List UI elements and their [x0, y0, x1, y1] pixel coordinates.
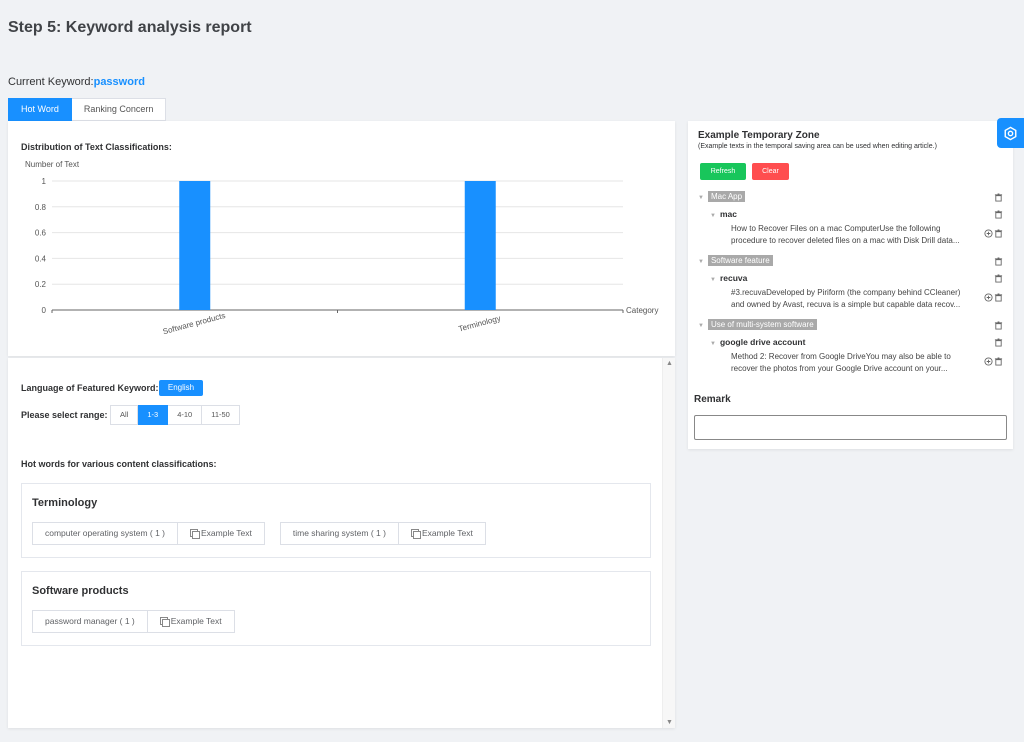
tree-category[interactable]: ▼ Software feature	[698, 255, 773, 266]
hotword-tag: password manager ( 1 ) Example Text	[32, 610, 235, 633]
bar	[179, 181, 211, 310]
trash-icon[interactable]	[994, 357, 1003, 366]
range-1-3[interactable]: 1-3	[138, 405, 169, 425]
example-text-button[interactable]: Example Text	[398, 522, 486, 545]
range-selector: All 1-3 4-10 11-50	[110, 405, 240, 425]
language-english-button[interactable]: English	[159, 380, 203, 396]
trash-icon[interactable]	[994, 229, 1003, 238]
tab-bar: Hot Word Ranking Concern	[8, 98, 167, 121]
current-keyword: Current Keyword:password	[8, 76, 145, 88]
hotword-panel: Language of Featured Keyword: English Pl…	[8, 358, 675, 728]
range-label: Please select range:	[21, 410, 108, 420]
trash-icon[interactable]	[994, 257, 1003, 266]
scroll-up-arrow[interactable]: ▲	[666, 360, 673, 367]
category-box-software-products: Software products password manager ( 1 )…	[21, 571, 651, 646]
tab-hot-word[interactable]: Hot Word	[8, 98, 72, 121]
tree-category[interactable]: ▼ Use of multi-system software	[698, 319, 817, 330]
example-snippet: How to Recover Files on a mac ComputerUs…	[731, 224, 960, 245]
expand-arrow-icon: ▼	[710, 341, 716, 347]
expand-arrow-icon: ▼	[710, 277, 716, 283]
hotword-tag: computer operating system ( 1 ) Example …	[32, 522, 265, 545]
scrollbar[interactable]: ▲ ▼	[662, 358, 675, 728]
expand-arrow-icon: ▼	[698, 259, 704, 265]
category-box-terminology: Terminology computer operating system ( …	[21, 483, 651, 558]
distribution-chart: Number of Text 1 0.8 0.6 0.4 0.2 0 Software pro…	[25, 160, 658, 336]
hotwords-heading: Hot words for various content classifica…	[21, 459, 217, 469]
hotword-tag: time sharing system ( 1 ) Example Text	[279, 522, 486, 545]
range-4-10[interactable]: 4-10	[168, 405, 203, 425]
trash-icon[interactable]	[994, 193, 1003, 202]
example-snippet: Method 2: Recover from Google DriveYou m…	[731, 352, 951, 373]
current-keyword-value: password	[93, 76, 145, 88]
scroll-down-arrow[interactable]: ▼	[666, 719, 673, 726]
gear-icon	[1004, 126, 1017, 141]
trash-icon[interactable]	[994, 210, 1003, 219]
y-tick-label: 0.6	[35, 229, 47, 238]
trash-icon[interactable]	[994, 293, 1003, 302]
example-text-label: Example Text	[421, 528, 473, 538]
copy-icon	[410, 529, 421, 539]
refresh-button[interactable]: Refresh	[700, 163, 746, 180]
add-circle-icon[interactable]	[984, 357, 993, 366]
range-11-50[interactable]: 11-50	[202, 405, 240, 425]
expand-arrow-icon: ▼	[710, 213, 716, 219]
example-snippet: #3.recuvaDeveloped by Piriform (the comp…	[731, 288, 961, 309]
y-tick-label: 0.8	[35, 203, 47, 212]
example-text-label: Example Text	[201, 528, 252, 538]
add-circle-icon[interactable]	[984, 293, 993, 302]
temporary-zone-subtitle: (Example texts in the temporal saving ar…	[698, 143, 937, 150]
range-all[interactable]: All	[110, 405, 139, 425]
tree-subitem[interactable]: ▼ mac	[710, 209, 737, 219]
category-title: Software products	[32, 585, 129, 597]
y-tick-label: 1	[42, 177, 47, 186]
x-axis-label: Category	[626, 306, 658, 315]
tree-subitem[interactable]: ▼ google drive account	[710, 337, 805, 347]
category-title: Terminology	[32, 497, 98, 509]
trash-icon[interactable]	[994, 274, 1003, 283]
current-keyword-label: Current Keyword:	[8, 76, 94, 88]
temporary-zone-title: Example Temporary Zone	[698, 130, 820, 141]
x-tick-label: Software products	[162, 311, 227, 336]
add-circle-icon[interactable]	[984, 229, 993, 238]
bar	[464, 181, 496, 310]
y-tick-label: 0.2	[35, 280, 47, 289]
temporary-zone-panel: Example Temporary Zone (Example texts in…	[688, 121, 1013, 449]
tree-category[interactable]: ▼ Mac App	[698, 191, 746, 202]
tree-subitem[interactable]: ▼ recuva	[710, 273, 747, 283]
chart-card: Distribution of Text Classifications: Nu…	[8, 121, 675, 356]
y-tick-label: 0.4	[35, 254, 47, 263]
clear-button[interactable]: Clear	[752, 163, 789, 180]
y-tick-label: 0	[42, 306, 47, 315]
remark-label: Remark	[694, 394, 731, 405]
settings-button[interactable]	[997, 118, 1024, 148]
hotword-label[interactable]: password manager ( 1 )	[32, 610, 148, 633]
copy-icon	[159, 617, 170, 627]
page-title: Step 5: Keyword analysis report	[8, 19, 252, 36]
x-tick-label: Terminology	[458, 314, 502, 334]
expand-arrow-icon: ▼	[698, 323, 704, 329]
trash-icon[interactable]	[994, 338, 1003, 347]
tab-ranking-concern[interactable]: Ranking Concern	[71, 98, 167, 121]
y-axis-label: Number of Text	[25, 160, 80, 169]
copy-icon	[190, 529, 200, 539]
trash-icon[interactable]	[994, 321, 1003, 330]
language-label: Language of Featured Keyword:	[21, 383, 159, 393]
hotword-label[interactable]: computer operating system ( 1 )	[32, 522, 178, 545]
expand-arrow-icon: ▼	[698, 195, 704, 201]
remark-textarea[interactable]	[694, 415, 1007, 440]
example-text-label: Example Text	[170, 616, 222, 626]
example-text-button[interactable]: Example Text	[147, 610, 235, 633]
hotword-label[interactable]: time sharing system ( 1 )	[279, 522, 399, 545]
example-text-button[interactable]: Example Text	[178, 522, 265, 545]
